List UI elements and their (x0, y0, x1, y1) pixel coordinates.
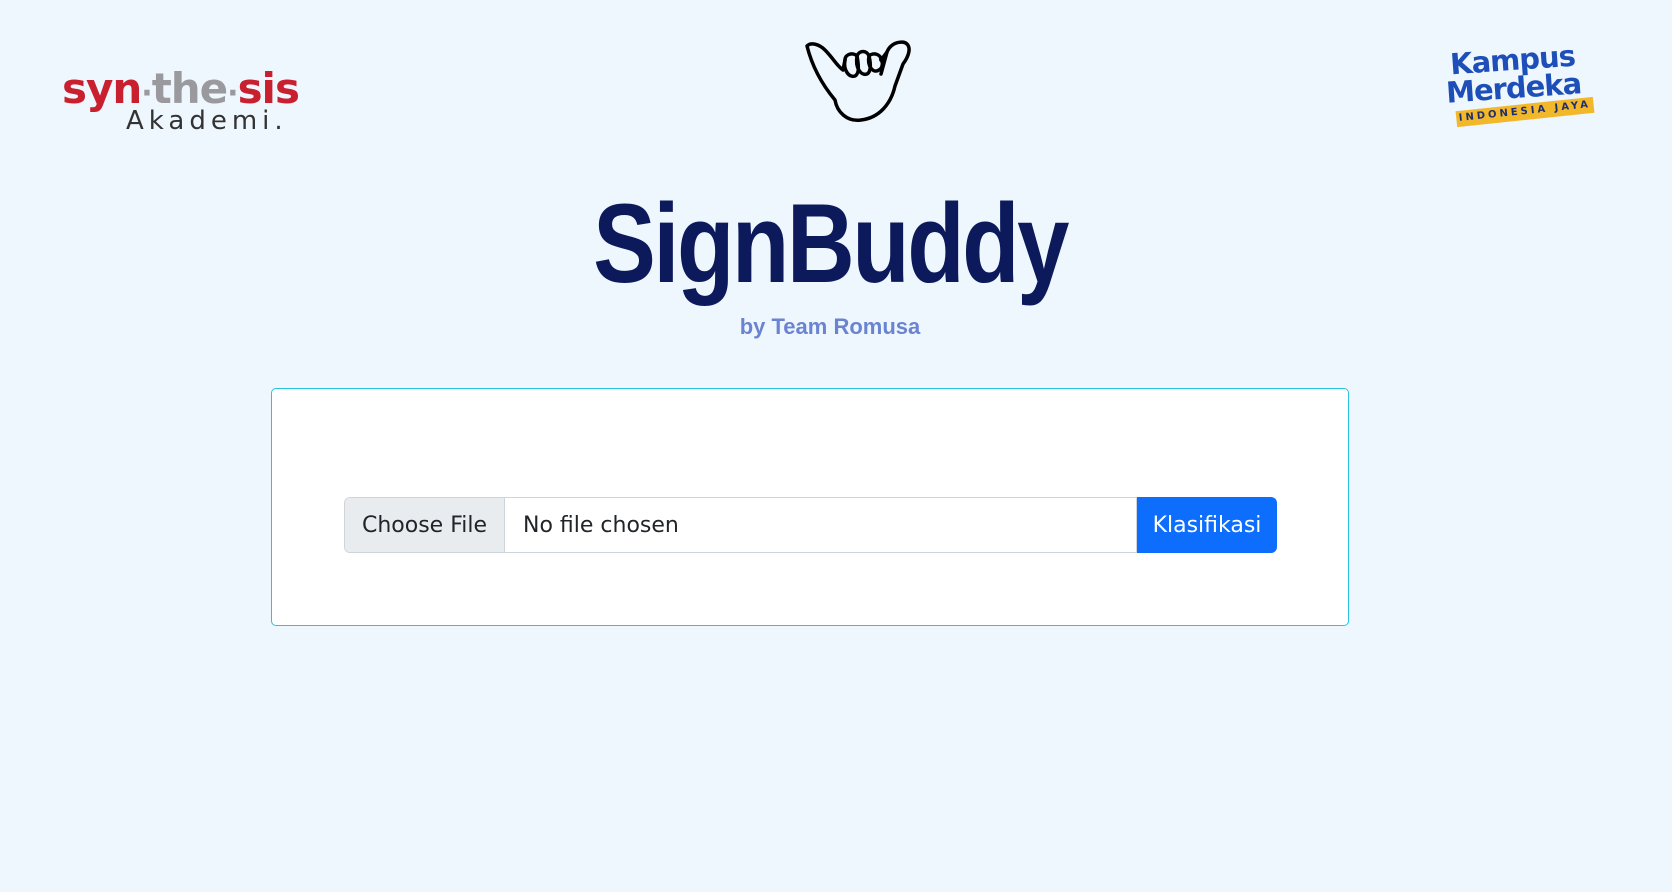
klasifikasi-button[interactable]: Klasifikasi (1137, 497, 1277, 553)
page-title: SignBuddy (593, 181, 1069, 306)
file-input[interactable]: Choose File No file chosen (344, 497, 1137, 553)
file-status-text: No file chosen (523, 512, 679, 538)
shaka-hand-icon (805, 40, 925, 125)
upload-card: Choose File No file chosen Klasifikasi (271, 388, 1349, 626)
page-subtitle: by Team Romusa (739, 314, 921, 339)
synthesis-akademi-logo: syn·the·sis Akademi. (62, 68, 300, 138)
logo-akademi-text: Akademi. (126, 106, 288, 136)
choose-file-button[interactable]: Choose File (345, 498, 505, 552)
kampus-merdeka-logo: Kampus Merdeka INDONESIA JAYA (1445, 39, 1596, 128)
